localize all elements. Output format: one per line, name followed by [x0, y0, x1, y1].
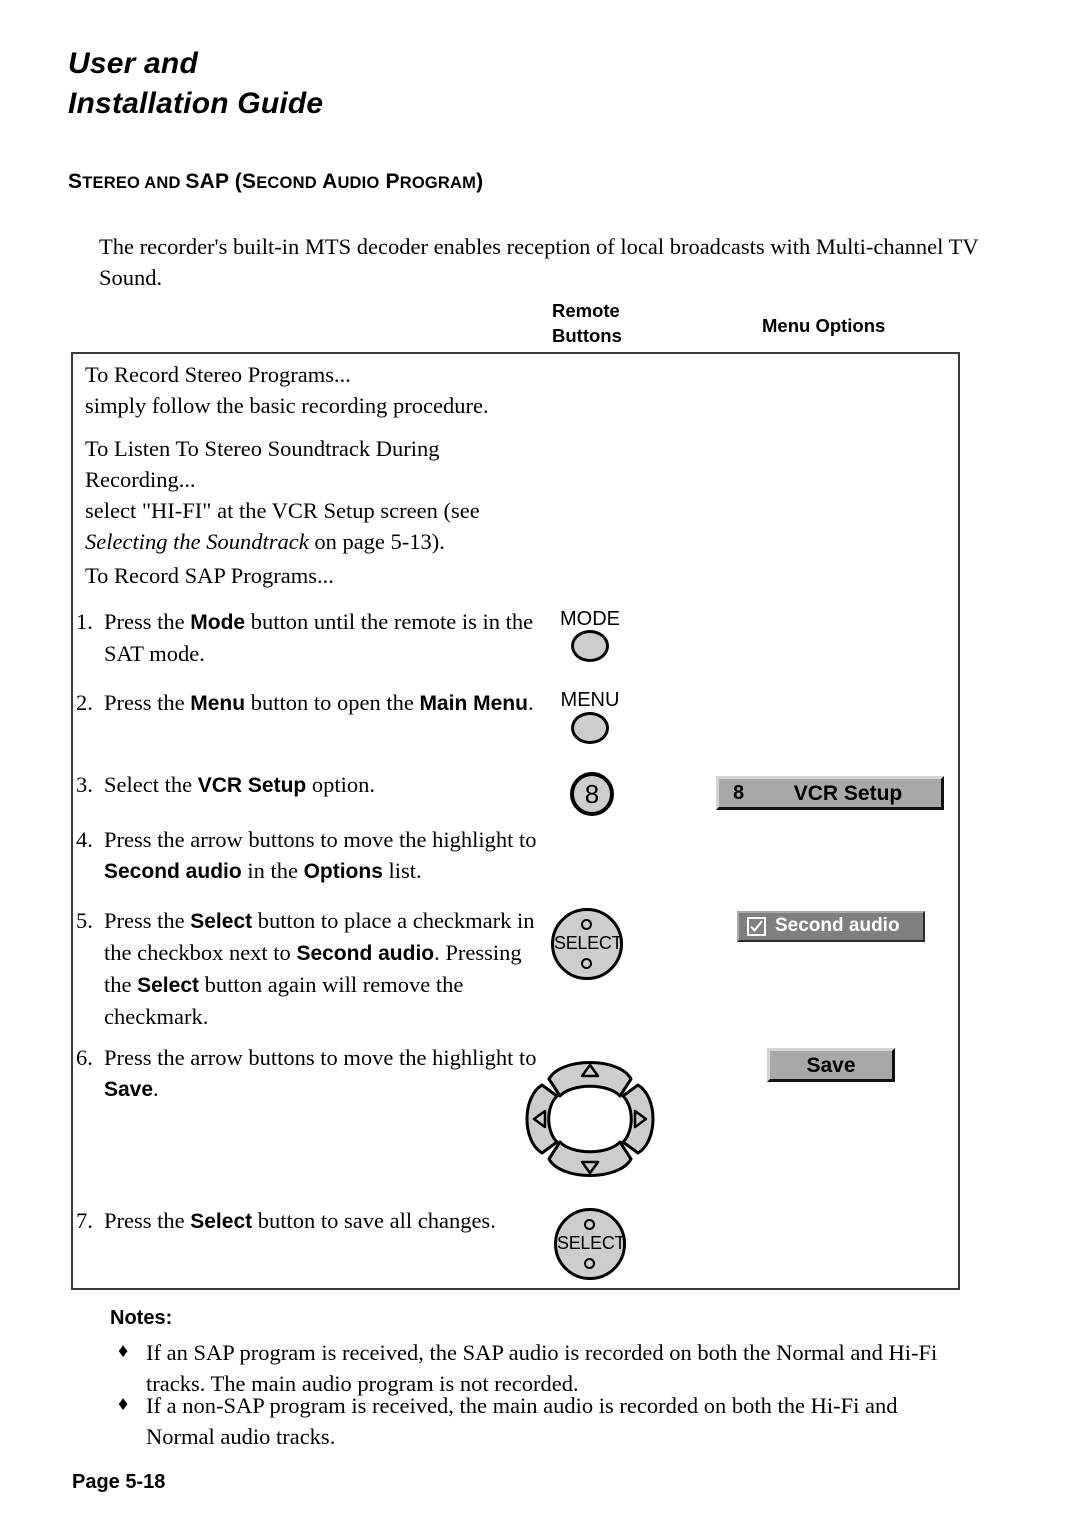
section-heading-part: UDIO — [337, 174, 380, 192]
step-text: Press the arrow buttons to move the high… — [104, 827, 537, 883]
step-emphasis: VCR Setup — [197, 774, 307, 797]
procedure-step-5: 5. Press the Select button to place a che… — [76, 905, 546, 1032]
select-button-icon-step7: SELECT — [554, 1208, 626, 1280]
select-button-bottom-dot-icon — [581, 958, 592, 969]
select-button-label-1: SELECT — [554, 933, 623, 953]
procedure-paragraph-line: To Record SAP Programs... — [85, 563, 334, 588]
arrow-pad-icon — [508, 1043, 672, 1195]
menu-button-label: MENU — [560, 689, 620, 711]
section-heading-part: ) — [476, 170, 484, 193]
section-heading-part: P — [379, 170, 400, 193]
step-text: Press the Mode button until the remote i… — [104, 609, 534, 666]
mode-button-label: MODE — [560, 608, 620, 630]
column-label-remote-buttons-line2: Buttons — [552, 325, 622, 346]
procedure-paragraph-line: To Listen To Stereo Soundtrack During — [85, 436, 440, 461]
procedure-paragraph-line: Selecting the Soundtrack on page 5-13). — [85, 529, 445, 554]
step-emphasis: Second audio — [104, 860, 242, 883]
arrow-up-key-icon — [547, 1061, 633, 1098]
menu-option-second-audio[interactable]: Second audio — [737, 911, 925, 942]
step-number: 6. — [76, 1045, 93, 1070]
select-button-top-dot-icon — [584, 1219, 595, 1230]
numeric-key-8-icon: 8 — [570, 772, 614, 816]
procedure-paragraph-stereo: To Record Stereo Programs... simply follo… — [85, 359, 555, 421]
step-emphasis: Options — [303, 860, 383, 883]
procedure-paragraph-listen: To Listen To Stereo Soundtrack During Rec… — [85, 433, 555, 557]
procedure-step-4: 4. Press the arrow buttons to move the hi… — [76, 824, 546, 887]
step-emphasis: Select — [137, 974, 199, 997]
step-text: Select the VCR Setup option. — [104, 772, 375, 797]
select-button-label-2: SELECT — [557, 1233, 626, 1253]
step-text: Press the Menu button to open the Main M… — [104, 690, 534, 715]
procedure-paragraph-line: simply follow the basic recording proced… — [85, 393, 489, 418]
step-text: Press the arrow buttons to move the high… — [104, 1045, 537, 1101]
procedure-paragraph-sap: To Record SAP Programs... — [85, 560, 555, 591]
step-emphasis: Save — [104, 1078, 154, 1101]
document-title-line-2: Installation Guide — [68, 87, 324, 120]
select-button-top-dot-icon — [581, 919, 592, 930]
notes-title: Notes: — [110, 1307, 173, 1329]
procedure-step-7: 7. Press the Select button to save all ch… — [76, 1205, 546, 1237]
arrow-down-key-icon — [547, 1140, 633, 1177]
procedure-paragraph-line: Recording... — [85, 467, 196, 492]
section-heading-part: ROGRAM — [399, 174, 477, 192]
step-text: Press the Select button to place a check… — [104, 908, 535, 1029]
column-label-remote-buttons-line1: Remote — [552, 300, 620, 321]
select-button-bottom-dot-icon — [584, 1258, 595, 1269]
arrow-left-key-icon — [525, 1083, 559, 1155]
menu-button-icon — [571, 712, 609, 744]
procedure-paragraph-line: To Record Stereo Programs... — [85, 362, 351, 387]
note-item-text: If a non-SAP program is received, the ma… — [146, 1393, 898, 1449]
page-number: Page 5-18 — [72, 1471, 166, 1493]
procedure-step-6: 6. Press the arrow buttons to move the hi… — [76, 1042, 546, 1105]
column-label-menu-options: Menu Options — [762, 315, 886, 336]
step-number: 5. — [76, 908, 93, 933]
step-emphasis: Second audio — [296, 942, 435, 965]
menu-option-second-audio-label: Second audio — [775, 915, 900, 936]
diamond-bullet-icon: ♦ — [118, 1393, 129, 1415]
step-emphasis: Menu — [190, 692, 246, 715]
document-title: User and Installation Guide — [68, 44, 323, 124]
section-heading-part: SAP (S — [185, 170, 257, 193]
procedure-paragraph-line: select "HI-FI" at the VCR Setup screen (… — [85, 498, 480, 523]
menu-option-save-label: Save — [806, 1054, 856, 1077]
section-heading-part: A — [316, 170, 338, 193]
intro-paragraph: The recorder's built-in MTS decoder enab… — [99, 234, 979, 290]
step-number: 2. — [76, 690, 93, 715]
step-number: 3. — [76, 772, 93, 797]
step-number: 1. — [76, 609, 93, 634]
diamond-bullet-icon: ♦ — [118, 1340, 129, 1362]
note-item: ♦ If a non-SAP program is received, the … — [110, 1390, 970, 1452]
column-label-remote-buttons: Remote Buttons — [552, 298, 622, 348]
step-number: 4. — [76, 827, 93, 852]
procedure-step-3: 3. Select the VCR Setup option. — [76, 769, 546, 801]
step-emphasis: Select — [190, 910, 253, 933]
italic-cross-reference: Selecting the Soundtrack — [85, 529, 309, 554]
section-heading: STEREO AND SAP (SECOND AUDIO PROGRAM) — [68, 170, 483, 194]
section-heading-part: ECOND — [256, 174, 317, 192]
step-number: 7. — [76, 1208, 93, 1233]
step-text: Press the Select button to save all chan… — [104, 1208, 496, 1233]
section-heading-part: AND — [140, 174, 186, 192]
section-heading-part: S — [68, 170, 83, 193]
section-heading-part: TEREO — [82, 174, 141, 192]
menu-option-vcr-setup[interactable]: 8 VCR Setup — [716, 776, 944, 810]
procedure-step-1: 1. Press the Mode button until the remote… — [76, 606, 546, 669]
procedure-step-2: 2. Press the Menu button to open the Main… — [76, 687, 546, 719]
checkbox-checked-icon[interactable] — [747, 917, 766, 936]
step-emphasis: Main Menu — [419, 692, 528, 715]
step-emphasis: Mode — [190, 611, 246, 634]
arrow-right-key-icon — [621, 1083, 655, 1155]
mode-button-icon — [571, 630, 609, 662]
step-emphasis: Select — [190, 1210, 253, 1233]
menu-option-vcr-setup-label: VCR Setup — [793, 782, 903, 805]
document-title-line-1: User and — [68, 47, 198, 80]
menu-option-save[interactable]: Save — [767, 1048, 895, 1082]
select-button-icon-step5: SELECT — [551, 908, 623, 980]
